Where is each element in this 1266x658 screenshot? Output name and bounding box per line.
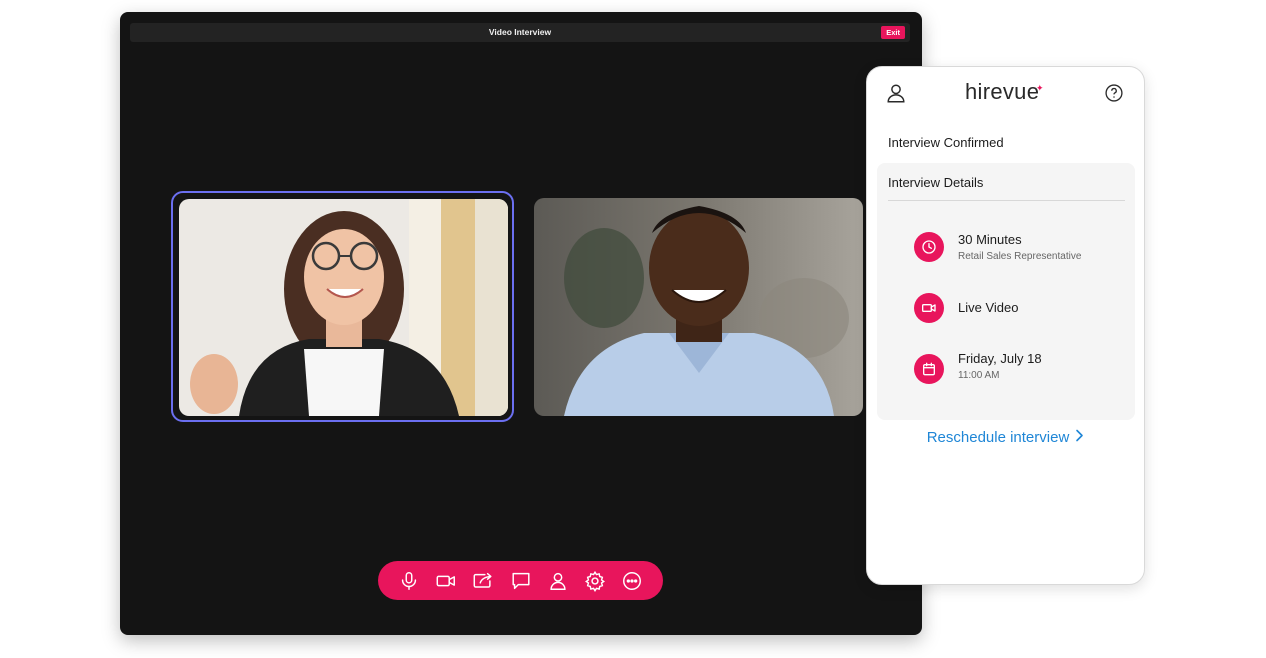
chevron-right-icon (1075, 429, 1084, 446)
detail-date-value: Friday, July 18 (958, 351, 1042, 366)
exit-button[interactable]: Exit (881, 26, 905, 39)
camera-icon (436, 575, 456, 586)
video-interview-window: Video Interview Exit (120, 12, 922, 635)
video-icon (914, 293, 944, 323)
participant-video-candidate (179, 199, 508, 416)
logo-accent-icon: ✦ (1036, 83, 1044, 93)
interview-confirmed-heading: Interview Confirmed (888, 135, 1004, 150)
help-icon[interactable] (1104, 83, 1124, 103)
mute-button[interactable] (395, 567, 423, 595)
settings-button[interactable] (581, 567, 609, 595)
chat-icon (511, 572, 530, 589)
interview-details-card: Interview Details 30 Minutes Retail Sale… (877, 163, 1135, 420)
camera-button[interactable] (432, 567, 460, 595)
title-bar: Video Interview Exit (130, 23, 910, 42)
chat-button[interactable] (507, 567, 535, 595)
interview-details-panel: hirevue ✦ Interview Confirmed Interview … (866, 66, 1145, 585)
participant-icon (550, 572, 566, 590)
details-divider (888, 200, 1125, 201)
detail-duration-value: 30 Minutes (958, 232, 1022, 247)
reschedule-label: Reschedule interview (926, 429, 1070, 446)
more-options-button[interactable] (618, 567, 646, 595)
share-screen-button[interactable] (469, 567, 497, 595)
calendar-icon (914, 354, 944, 384)
microphone-icon (401, 571, 417, 590)
share-screen-icon (473, 572, 492, 588)
settings-icon (584, 570, 605, 592)
participants-button[interactable] (544, 567, 572, 595)
more-icon (622, 571, 641, 590)
user-profile-icon[interactable] (885, 82, 907, 104)
reschedule-interview-link[interactable]: Reschedule interview (867, 429, 1144, 446)
window-title: Video Interview (488, 27, 552, 37)
call-controls-bar (378, 561, 663, 600)
details-title: Interview Details (888, 175, 984, 190)
detail-position-value: Retail Sales Representative (958, 251, 1082, 262)
clock-icon (914, 232, 944, 262)
panel-header: hirevue ✦ (867, 67, 1144, 123)
detail-time-value: 11:00 AM (958, 370, 1000, 381)
participant-video-interviewer (534, 198, 863, 416)
detail-format-value: Live Video (958, 300, 1019, 315)
hirevue-logo: hirevue (965, 79, 1040, 104)
